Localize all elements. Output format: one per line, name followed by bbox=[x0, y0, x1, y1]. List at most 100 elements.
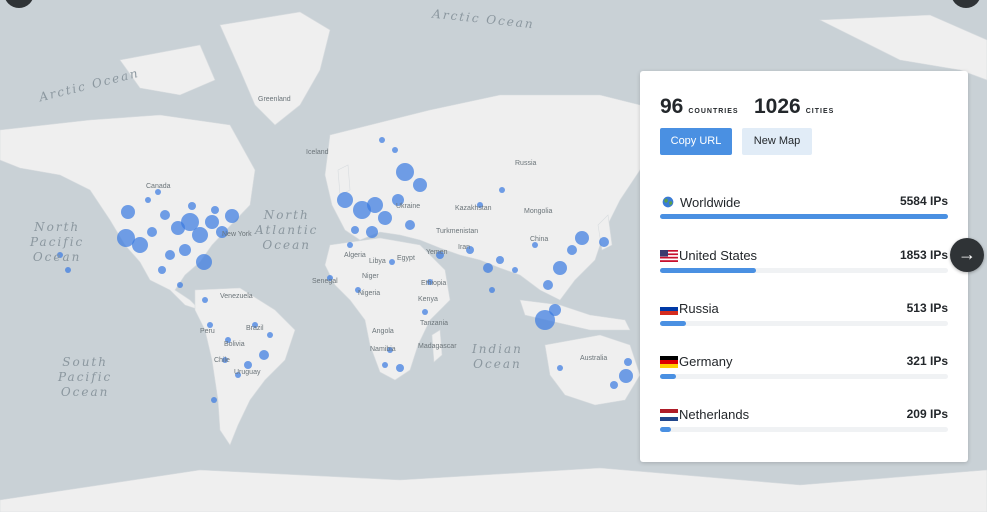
row-label-wrap: Germany bbox=[660, 354, 732, 369]
ip-marker bbox=[489, 287, 495, 293]
place-label: Australia bbox=[580, 355, 608, 362]
row-count: 513 IPs bbox=[906, 301, 948, 315]
place-label: New York bbox=[222, 231, 252, 238]
progress-fill bbox=[660, 321, 687, 326]
place-label: Madagascar bbox=[418, 343, 457, 350]
cities-label: CITIES bbox=[805, 108, 835, 115]
place-label: Greenland bbox=[258, 96, 291, 103]
place-label: Senegal bbox=[312, 278, 338, 285]
place-label: Mongolia bbox=[524, 208, 553, 215]
progress-track bbox=[660, 321, 948, 326]
place-label: Brazil bbox=[246, 325, 264, 332]
ip-marker bbox=[483, 263, 493, 273]
ip-marker bbox=[557, 365, 563, 371]
place-label: Libya bbox=[369, 258, 386, 265]
place-label: Namibia bbox=[370, 346, 396, 353]
row-label: Germany bbox=[679, 354, 733, 369]
ip-marker bbox=[405, 220, 415, 230]
place-label: Chile bbox=[214, 357, 230, 364]
ip-marker bbox=[389, 259, 395, 265]
new-map-button[interactable]: New Map bbox=[742, 128, 812, 155]
ip-marker bbox=[624, 358, 632, 366]
ip-marker bbox=[211, 397, 217, 403]
place-label: Kenya bbox=[418, 296, 438, 303]
cities-stat: 1026 CITIES bbox=[754, 95, 834, 119]
copy-url-button[interactable]: Copy URL bbox=[660, 128, 732, 155]
ip-marker bbox=[543, 280, 553, 290]
ip-marker bbox=[267, 332, 273, 338]
countries-count: 96 bbox=[660, 95, 684, 118]
ip-marker bbox=[610, 381, 618, 389]
ip-marker bbox=[422, 309, 428, 315]
country-row-russia[interactable]: Russia 513 IPs bbox=[660, 301, 948, 341]
ip-marker bbox=[196, 254, 212, 270]
ip-marker bbox=[179, 244, 191, 256]
place-label: Yemen bbox=[426, 249, 448, 256]
stats-panel: 96 COUNTRIES 1026 CITIES Copy URL New Ma… bbox=[640, 71, 968, 462]
place-label: Egypt bbox=[397, 255, 415, 262]
ip-marker bbox=[366, 226, 378, 238]
ip-marker bbox=[599, 237, 609, 247]
ip-marker bbox=[165, 250, 175, 260]
progress-track bbox=[660, 268, 948, 273]
next-arrow-button[interactable]: → bbox=[950, 238, 984, 272]
progress-track bbox=[660, 374, 948, 379]
row-label: Netherlands bbox=[679, 407, 750, 422]
progress-fill bbox=[660, 214, 948, 219]
globe-icon bbox=[662, 196, 674, 208]
place-label: China bbox=[530, 236, 549, 243]
place-label: Iceland bbox=[306, 149, 329, 156]
ocean-label-south-pacific: South Pacific Ocean bbox=[58, 355, 113, 399]
row-count: 5584 IPs bbox=[899, 194, 948, 208]
ip-marker bbox=[392, 147, 398, 153]
progress-fill bbox=[660, 427, 671, 432]
place-label: Peru bbox=[200, 328, 215, 335]
ip-marker bbox=[379, 137, 385, 143]
germany-flag-icon bbox=[660, 355, 678, 368]
place-label: Bolivia bbox=[224, 341, 245, 348]
countries-stat: 96 COUNTRIES bbox=[660, 95, 739, 119]
ip-marker bbox=[567, 245, 577, 255]
place-label: Kazakhstan bbox=[455, 205, 492, 212]
ip-marker bbox=[496, 256, 504, 264]
ip-marker bbox=[202, 297, 208, 303]
ip-marker bbox=[549, 304, 561, 316]
arrow-right-icon: → bbox=[958, 244, 976, 264]
ocean-label-north-pacific: North Pacific Ocean bbox=[30, 220, 85, 264]
progress-fill bbox=[660, 268, 756, 273]
ip-marker bbox=[132, 237, 148, 253]
ip-marker bbox=[177, 282, 183, 288]
country-row-worldwide[interactable]: Worldwide 5584 IPs bbox=[660, 194, 948, 234]
ocean-label-north-atlantic: North Atlantic Ocean bbox=[255, 208, 319, 252]
ip-marker bbox=[378, 211, 392, 225]
ip-marker bbox=[188, 202, 196, 210]
progress-track bbox=[660, 427, 948, 432]
row-label-wrap: United States bbox=[660, 248, 757, 263]
countries-label: COUNTRIES bbox=[688, 108, 739, 115]
ip-marker bbox=[147, 227, 157, 237]
ip-marker bbox=[192, 227, 208, 243]
us-flag-icon bbox=[660, 249, 678, 262]
country-row-germany[interactable]: Germany 321 IPs bbox=[660, 354, 948, 394]
row-label-wrap: Worldwide bbox=[660, 194, 740, 210]
place-label: Angola bbox=[372, 328, 394, 335]
ip-marker bbox=[211, 206, 219, 214]
ip-marker bbox=[382, 362, 388, 368]
ip-marker bbox=[205, 215, 219, 229]
ip-marker bbox=[121, 205, 135, 219]
progress-track bbox=[660, 214, 948, 219]
country-row-netherlands[interactable]: Netherlands 209 IPs bbox=[660, 407, 948, 447]
place-label: Ukraine bbox=[396, 203, 421, 210]
row-label: United States bbox=[679, 248, 758, 263]
place-label: Canada bbox=[146, 183, 171, 190]
place-label: Tanzania bbox=[420, 320, 449, 327]
netherlands-flag-icon bbox=[660, 408, 678, 421]
place-label: Russia bbox=[515, 160, 537, 167]
place-label: Turkmenistan bbox=[436, 228, 479, 235]
place-label: Algeria bbox=[344, 252, 366, 259]
country-row-united-states[interactable]: United States 1853 IPs bbox=[660, 248, 948, 288]
row-label: Worldwide bbox=[680, 194, 741, 210]
ip-marker bbox=[65, 267, 71, 273]
ip-marker bbox=[259, 350, 269, 360]
place-label: Iran bbox=[458, 244, 471, 251]
